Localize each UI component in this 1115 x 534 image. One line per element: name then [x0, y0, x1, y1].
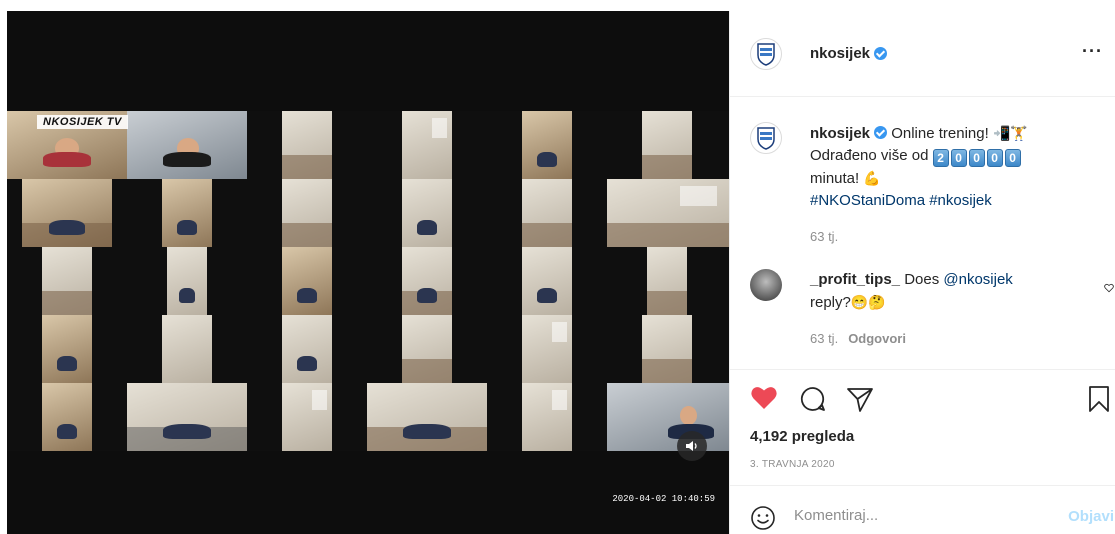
video-tile: [282, 315, 332, 383]
video-tile: [402, 111, 452, 179]
caption-hashtags[interactable]: #NKOStaniDoma #nkosijek: [810, 192, 992, 209]
video-tile: [282, 111, 332, 179]
video-tile: [127, 111, 247, 179]
video-tile: [642, 315, 692, 383]
flexed-biceps-emoji-icon: 💪: [863, 170, 881, 186]
comment-icon[interactable]: [799, 385, 827, 413]
comment-form: Objavi: [750, 503, 1115, 533]
bookmark-icon[interactable]: [1088, 385, 1110, 413]
keycap-digit: 0: [1004, 149, 1021, 167]
more-horizontal-icon[interactable]: ···: [1082, 41, 1103, 62]
video-tile: [607, 383, 729, 451]
video-tile: [127, 383, 247, 451]
verified-badge-icon: [874, 47, 888, 60]
avatar[interactable]: [750, 122, 782, 154]
video-player[interactable]: NKOSIJEK TV 2020-04-02 10:40:59: [7, 11, 729, 534]
keycap-digit: 0: [986, 149, 1003, 167]
comment-mention[interactable]: @nkosijek: [943, 271, 1012, 288]
post-actions: [750, 385, 1110, 415]
view-count[interactable]: 4,192 pregleda: [750, 428, 854, 445]
comment-text-part: Does: [904, 271, 940, 288]
keycap-digit: 0: [950, 149, 967, 167]
nkosijek-tv-logo: NKOSIJEK TV: [37, 115, 128, 129]
caption-time[interactable]: 63 tj.: [810, 226, 1100, 248]
post-sidebar: nkosijek ··· nkosijek Online trening! 📲🏋: [729, 11, 1115, 534]
video-tile: [162, 315, 212, 383]
video-timestamp: 2020-04-02 10:40:59: [612, 494, 715, 504]
speaker-icon: [686, 441, 697, 451]
video-call-grid: [7, 111, 729, 451]
avatar[interactable]: [750, 37, 782, 70]
video-tile: [167, 247, 207, 315]
phone-emoji-icon: 📲: [992, 125, 1011, 141]
comment-item: _profit_tips_ Does @nkosijek reply?😁🤔 63…: [750, 269, 1114, 350]
video-tile: [42, 383, 92, 451]
keycap-digit: 2: [932, 149, 949, 167]
video-tile: [282, 179, 332, 247]
video-tile: [522, 179, 572, 247]
post-header: nkosijek ···: [730, 11, 1115, 97]
instagram-post-page: NKOSIJEK TV 2020-04-02 10:40:59 nkosijek…: [0, 0, 1115, 534]
comment-meta: 63 tj. Odgovori: [810, 328, 1100, 350]
thinking-emoji-icon: 🤔: [868, 294, 886, 310]
caption-line-1: Online trening!: [891, 125, 989, 142]
header-username[interactable]: nkosijek: [810, 45, 870, 62]
divider: [730, 485, 1115, 486]
club-crest-icon: [757, 42, 775, 66]
comment-time[interactable]: 63 tj.: [810, 331, 838, 346]
reply-button[interactable]: Odgovori: [848, 331, 906, 346]
sound-toggle-button[interactable]: [677, 431, 707, 461]
caption-text: nkosijek Online trening! 📲🏋 Odrađeno viš…: [810, 122, 1100, 248]
comment-text-part: reply?: [810, 294, 851, 311]
video-tile: [402, 247, 452, 315]
video-tile: [647, 247, 687, 315]
caption-line-2: Odrađeno više od: [810, 147, 929, 164]
video-tile: [282, 383, 332, 451]
comment-input[interactable]: [794, 507, 1044, 524]
emoji-picker-icon[interactable]: [750, 505, 776, 531]
video-tile: [42, 247, 92, 315]
weightlifter-emoji-icon: 🏋: [1010, 125, 1028, 141]
video-tile: [522, 247, 572, 315]
video-tile: [42, 315, 92, 383]
comment-like-icon[interactable]: [1104, 283, 1114, 293]
video-tile: [162, 179, 212, 247]
video-tile: [282, 247, 332, 315]
video-tile: [22, 179, 112, 247]
grimacing-emoji-icon: 😁: [850, 294, 869, 310]
heart-filled-icon[interactable]: [750, 385, 778, 411]
video-tile: [607, 179, 729, 247]
share-icon[interactable]: [846, 385, 874, 413]
keycap-digit: 0: [968, 149, 985, 167]
avatar[interactable]: [750, 269, 782, 301]
video-tile: [522, 383, 572, 451]
post-caption: nkosijek Online trening! 📲🏋 Odrađeno viš…: [750, 122, 1110, 248]
caption-username[interactable]: nkosijek: [810, 125, 870, 142]
post-date[interactable]: 3. TRAVNJA 2020: [750, 459, 835, 470]
video-tile: [642, 111, 692, 179]
video-tile: [522, 315, 572, 383]
video-tile: [522, 111, 572, 179]
comment-text: _profit_tips_ Does @nkosijek reply?😁🤔 63…: [810, 269, 1100, 350]
divider: [730, 369, 1115, 370]
video-tile: [367, 383, 487, 451]
verified-badge-icon: [874, 126, 888, 139]
club-crest-icon: [757, 127, 775, 150]
post-comment-button[interactable]: Objavi: [1068, 508, 1114, 525]
comment-username[interactable]: _profit_tips_: [810, 271, 900, 288]
video-tile: [402, 179, 452, 247]
caption-line-3: minuta!: [810, 170, 860, 187]
video-tile: [402, 315, 452, 383]
